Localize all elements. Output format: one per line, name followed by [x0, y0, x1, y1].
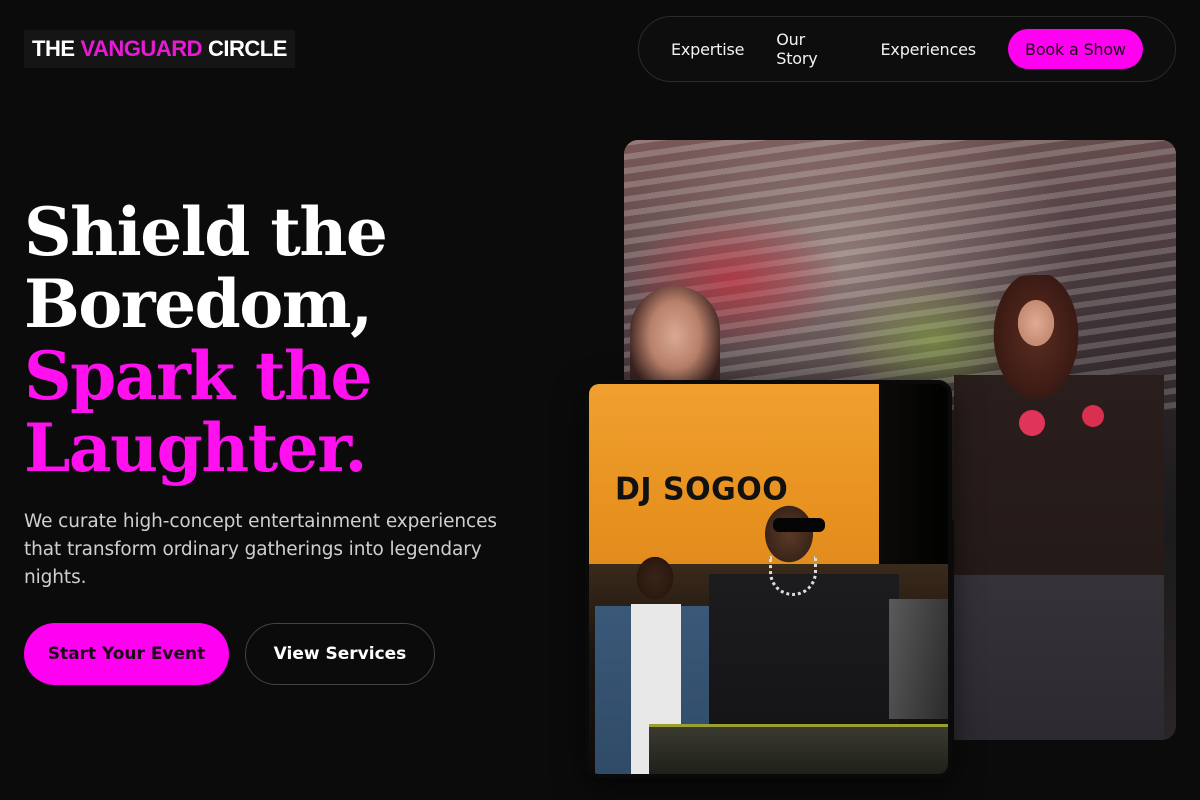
headline-line-4: Laughter.: [24, 409, 367, 487]
photo-dj-sunglasses: [773, 518, 825, 532]
main-nav: Expertise Our Story Experiences Book a S…: [638, 16, 1176, 82]
photo-rose-detail: [1019, 410, 1045, 436]
book-a-show-button[interactable]: Book a Show: [1007, 29, 1143, 69]
start-your-event-button[interactable]: Start Your Event: [24, 623, 229, 685]
view-services-button[interactable]: View Services: [245, 623, 435, 685]
photo-laptop: [889, 599, 948, 719]
headline-line-2: Boredom,: [24, 265, 373, 343]
site-logo[interactable]: THE VANGUARD CIRCLE: [24, 30, 295, 68]
nav-link-our-story[interactable]: Our Story: [776, 30, 848, 68]
hero-headline: Shield the Boredom, Spark the Laughter.: [24, 193, 388, 487]
logo-word-vanguard: VANGUARD: [80, 36, 203, 61]
landing-page: THE VANGUARD CIRCLE Expertise Our Story …: [0, 0, 1200, 800]
hero-description: We curate high-concept entertainment exp…: [24, 511, 497, 588]
logo-word-the: THE: [32, 36, 75, 61]
nav-link-expertise[interactable]: Expertise: [671, 40, 744, 59]
photo-dj-deck: [649, 724, 948, 774]
hero-photo-dj: DJ SOGOO: [585, 380, 952, 778]
headline-line-3: Spark the: [24, 337, 373, 415]
logo-word-circle: CIRCLE: [207, 36, 287, 61]
nav-link-experiences[interactable]: Experiences: [881, 40, 977, 59]
photo-rose-detail: [1082, 405, 1104, 427]
photo-person-right: [954, 275, 1164, 740]
headline-line-1: Shield the: [24, 193, 388, 271]
